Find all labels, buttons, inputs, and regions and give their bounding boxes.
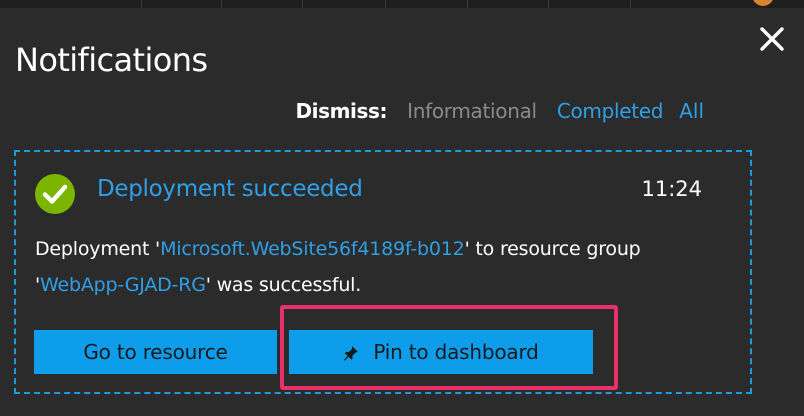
message-text: Deployment ' bbox=[35, 238, 161, 260]
notification-card[interactable]: Deployment succeeded 11:24 Deployment 'M… bbox=[14, 150, 752, 394]
pin-to-dashboard-button[interactable]: Pin to dashboard bbox=[289, 330, 593, 374]
dismiss-label: Dismiss: bbox=[295, 99, 388, 123]
pin-icon bbox=[344, 345, 359, 361]
avatar[interactable] bbox=[752, 0, 774, 6]
dismiss-filter-bar: Dismiss: Informational Completed All bbox=[295, 99, 704, 123]
notification-message: Deployment 'Microsoft.WebSite56f4189f-b0… bbox=[35, 231, 735, 303]
go-to-resource-button[interactable]: Go to resource bbox=[34, 330, 277, 374]
top-tab-divider bbox=[141, 0, 142, 8]
close-icon[interactable] bbox=[757, 24, 787, 54]
page-title: Notifications bbox=[15, 41, 208, 79]
deployment-name-link[interactable]: Microsoft.WebSite56f4189f-b012 bbox=[160, 238, 465, 260]
message-text: ' was successful. bbox=[205, 274, 362, 296]
resource-group-link[interactable]: WebApp-GJAD-RG bbox=[40, 274, 206, 296]
dismiss-all-link[interactable]: All bbox=[679, 99, 704, 123]
dismiss-completed-link[interactable]: Completed bbox=[557, 99, 664, 123]
dismiss-informational-link[interactable]: Informational bbox=[407, 99, 537, 123]
top-tab-divider bbox=[221, 0, 222, 8]
pin-to-dashboard-label: Pin to dashboard bbox=[373, 340, 539, 364]
notification-time: 11:24 bbox=[641, 177, 702, 201]
top-tab-divider bbox=[630, 0, 631, 8]
top-navigation-strip bbox=[0, 0, 804, 8]
go-to-resource-label: Go to resource bbox=[83, 340, 228, 364]
top-tab-divider bbox=[385, 0, 386, 8]
notification-title[interactable]: Deployment succeeded bbox=[97, 176, 363, 202]
success-check-icon bbox=[35, 174, 75, 214]
top-tab-divider bbox=[548, 0, 549, 8]
top-tab-divider bbox=[467, 0, 468, 8]
top-tab-divider bbox=[302, 0, 303, 8]
